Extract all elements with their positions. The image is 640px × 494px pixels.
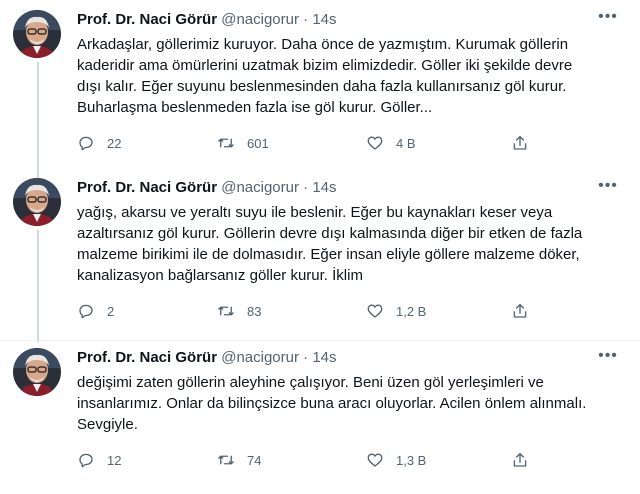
tweet-actions: 22 601 4 B <box>77 133 537 153</box>
reply-icon <box>79 453 93 468</box>
retweet-count: 74 <box>247 452 262 468</box>
avatar[interactable] <box>13 178 61 226</box>
avatar[interactable] <box>13 10 61 58</box>
retweet-count: 83 <box>247 303 262 319</box>
tweet-timestamp[interactable]: 14s <box>312 349 336 366</box>
more-options-icon[interactable]: ••• <box>598 346 618 366</box>
share-button[interactable] <box>511 133 529 153</box>
tweet-timestamp[interactable]: 14s <box>312 11 336 28</box>
tweet[interactable]: Prof. Dr. Naci Görür @nacigorur · 14s ••… <box>0 0 640 174</box>
tweet-actions: 12 74 1,3 B <box>77 450 537 470</box>
reply-icon <box>79 304 93 319</box>
tweet[interactable]: Prof. Dr. Naci Görür @nacigorur · 14s ••… <box>0 172 640 342</box>
tweet-header: Prof. Dr. Naci Görür @nacigorur · 14s <box>77 10 337 30</box>
more-options-icon[interactable]: ••• <box>598 176 618 196</box>
author-handle[interactable]: @nacigorur <box>221 11 299 28</box>
heart-icon <box>367 136 383 150</box>
avatar[interactable] <box>13 348 61 396</box>
like-button[interactable]: 1,2 B <box>366 301 426 321</box>
like-count: 1,3 B <box>396 452 427 468</box>
like-count: 1,2 B <box>396 303 427 319</box>
heart-icon <box>367 304 383 318</box>
share-icon <box>513 135 527 150</box>
separator-dot: · <box>303 11 309 28</box>
reply-button[interactable]: 22 <box>77 133 121 153</box>
retweet-icon <box>218 138 234 148</box>
share-button[interactable] <box>511 450 529 470</box>
heart-icon <box>367 453 383 467</box>
reply-icon <box>79 136 93 151</box>
like-count: 4 B <box>396 135 416 151</box>
separator-dot: · <box>303 179 309 196</box>
tweet-header: Prof. Dr. Naci Görür @nacigorur · 14s <box>77 178 337 198</box>
retweet-icon <box>218 306 234 316</box>
share-button[interactable] <box>511 301 529 321</box>
tweet-text: yağış, akarsu ve yeraltı suyu ile beslen… <box>77 204 583 284</box>
author-name[interactable]: Prof. Dr. Naci Görür <box>77 349 217 366</box>
tweet-actions: 2 83 1,2 B <box>77 301 537 321</box>
tweet-text: Arkadaşlar, göllerimiz kuruyor. Daha önc… <box>77 36 573 116</box>
tweet-header: Prof. Dr. Naci Görür @nacigorur · 14s <box>77 348 337 368</box>
author-handle[interactable]: @nacigorur <box>221 179 299 196</box>
tweet-timestamp[interactable]: 14s <box>312 179 336 196</box>
thread-connector-line <box>37 62 39 174</box>
share-icon <box>513 452 527 467</box>
tweet-text: değişimi zaten göllerin aleyhine çalışıy… <box>77 374 587 433</box>
share-icon <box>513 303 527 318</box>
more-options-icon[interactable]: ••• <box>598 7 618 27</box>
reply-count: 2 <box>107 303 115 319</box>
retweet-button[interactable]: 83 <box>217 301 261 321</box>
thread-connector-line <box>37 230 39 342</box>
reply-button[interactable]: 12 <box>77 450 121 470</box>
retweet-icon <box>218 455 234 465</box>
like-button[interactable]: 4 B <box>366 133 416 153</box>
retweet-button[interactable]: 601 <box>217 133 269 153</box>
reply-button[interactable]: 2 <box>77 301 114 321</box>
reply-count: 12 <box>107 452 122 468</box>
separator-dot: · <box>303 349 309 366</box>
reply-count: 22 <box>107 135 122 151</box>
author-name[interactable]: Prof. Dr. Naci Görür <box>77 179 217 196</box>
author-name[interactable]: Prof. Dr. Naci Görür <box>77 11 217 28</box>
tweet[interactable]: Prof. Dr. Naci Görür @nacigorur · 14s ••… <box>0 340 640 494</box>
author-handle[interactable]: @nacigorur <box>221 349 299 366</box>
tweet-thread: Prof. Dr. Naci Görür @nacigorur · 14s ••… <box>0 0 640 494</box>
retweet-count: 601 <box>247 135 269 151</box>
like-button[interactable]: 1,3 B <box>366 450 426 470</box>
retweet-button[interactable]: 74 <box>217 450 261 470</box>
